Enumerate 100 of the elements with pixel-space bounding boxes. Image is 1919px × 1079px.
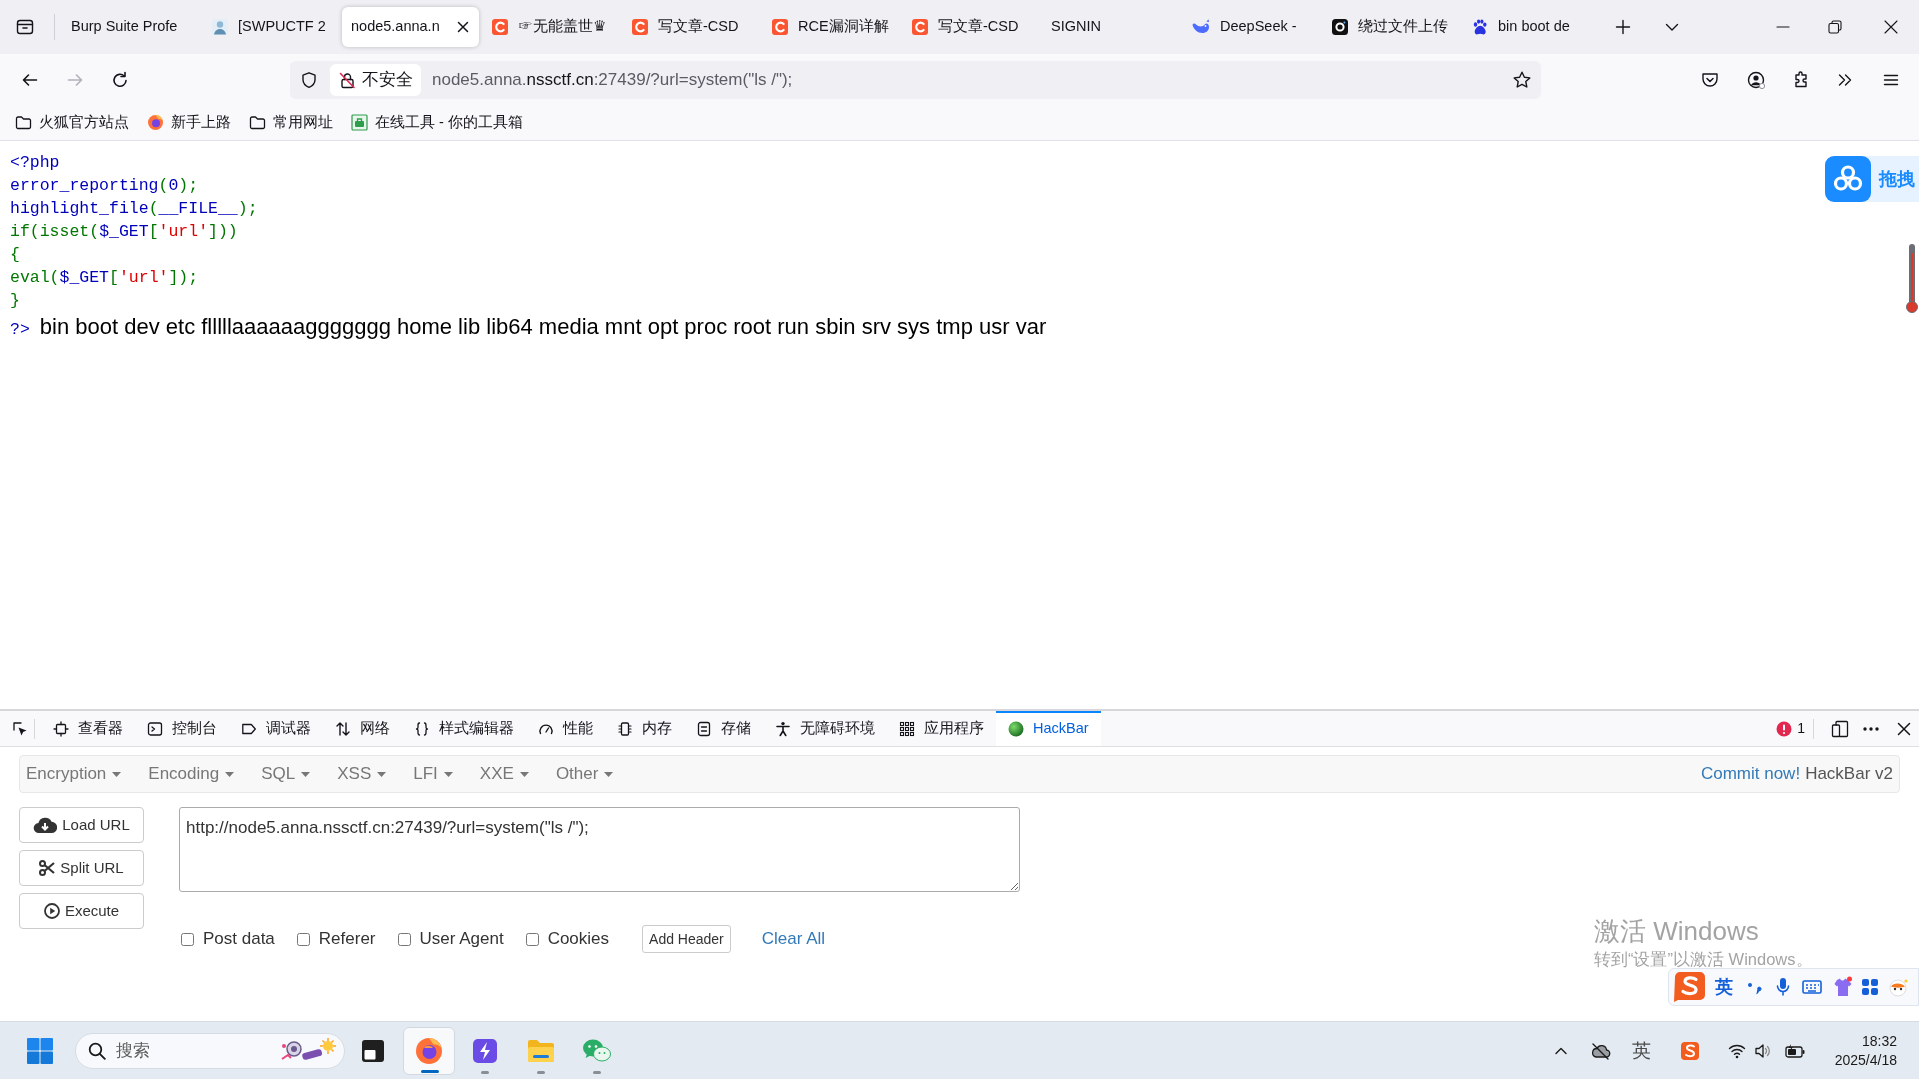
browser-tab[interactable]: RCE漏洞详解 [762,7,899,47]
devtools-tab[interactable]: 控制台 [135,711,229,746]
search-input[interactable]: 搜索 [116,1037,226,1064]
globe-icon [415,1036,443,1065]
plus-icon[interactable] [1615,19,1631,35]
security-button[interactable]: 不安全 [330,63,421,96]
checkbox-label: Referer [318,928,376,951]
devtools-tab[interactable]: 存储 [684,711,763,746]
address-bar[interactable]: 不安全 node5.anna.nssctf.cn:27439/?url=system("ls /"); [290,60,1541,99]
clock-time[interactable]: 18:32 [1861,1031,1897,1051]
search-icon [88,1041,106,1060]
url-text: node5.anna.nssctf.cn:27439/?url=system("ls /"); [432,68,793,91]
devtools-tab[interactable]: 应用程序 [887,711,996,746]
picker-icon[interactable] [12,720,28,737]
person-icon [775,720,791,737]
menu-dropdown[interactable]: XSS [337,761,387,787]
wifi-icon[interactable] [1728,1042,1746,1059]
menu-dropdown[interactable]: Encoding [148,761,235,787]
swirl-tile-icon[interactable] [1671,971,1707,1003]
browser-tab[interactable]: 写文章-CSD [622,7,759,47]
prompt-icon [147,720,163,737]
picture-icon [211,18,229,36]
commit-link[interactable]: Commit now! [1700,761,1801,787]
split-url-button[interactable]: Split URL [19,850,144,886]
close-icon[interactable] [1897,721,1911,736]
tab-list-icon[interactable] [15,17,35,37]
star-icon[interactable] [1512,69,1532,90]
bookmark-item[interactable]: 常用网址 [249,111,333,134]
swirl-tile-icon[interactable] [1680,1040,1700,1061]
bookmark-item[interactable]: 在线工具 - 你的工具箱 [351,111,523,134]
clock-date[interactable]: 2025/4/18 [1834,1050,1897,1070]
input-indicator[interactable]: 英 [1632,1041,1651,1060]
clear-all-link[interactable]: Clear All [761,926,826,952]
browser-tab[interactable]: Burp Suite Profe [62,7,199,47]
devtools-tab[interactable]: 性能 [526,711,605,746]
browser-tab[interactable]: bin boot de [1462,7,1599,47]
window-icon [361,1038,385,1063]
menu-dropdown[interactable]: SQL [261,761,311,787]
devtools-tab[interactable]: HackBar [996,711,1101,746]
mascot-icon[interactable] [1888,977,1908,997]
reload-icon[interactable] [110,69,130,90]
url-field[interactable]: http://node5.anna.nssctf.cn:27439/?url=system("ls /"); [179,807,1020,892]
caret-icon [112,771,122,777]
chat-bubbles-icon [582,1037,612,1064]
execute-button[interactable]: Execute [19,893,144,929]
scissors-icon [39,860,56,876]
arc-tile-icon [911,18,929,36]
ime-mode[interactable]: 英 [1715,978,1733,996]
code-line: if(isset($_GET['url'])) [10,221,238,243]
checkbox[interactable] [525,932,539,946]
braces-icon [414,720,430,737]
devtools-tab[interactable]: 无障碍环境 [763,711,887,746]
lock-off-icon [338,70,356,89]
devtools-tab[interactable]: 查看器 [41,711,135,746]
play-circle-icon [43,903,60,919]
apps-grid-icon[interactable] [1861,978,1879,996]
menu-dropdown[interactable]: XXE [479,761,529,787]
start-icon[interactable] [26,1036,54,1065]
account-icon[interactable] [1746,69,1766,90]
error-count-button[interactable]: 1 [1776,718,1805,739]
bolt-icon [472,1037,498,1064]
menu-dropdown[interactable]: LFI [413,761,453,787]
browser-tab[interactable]: node5.anna.n [342,7,479,47]
caret-icon [225,771,235,777]
checkbox[interactable] [296,932,310,946]
version-text: HackBar v2 [1805,763,1893,786]
browser-tab[interactable]: [SWPUCTF 2 [202,7,339,47]
browser-tab[interactable]: SIGNIN [1042,7,1179,47]
checkbox[interactable] [181,932,194,946]
browser-tab[interactable]: DeepSeek - [1182,7,1319,47]
keyboard-icon[interactable] [1802,979,1822,995]
browser-tab[interactable]: 写文章-CSD [902,7,1039,47]
bookmark-item[interactable]: 火狐官方站点 [15,111,129,134]
close-icon[interactable] [456,20,470,34]
tool-tile-icon [351,114,368,131]
split-panel-icon[interactable] [1831,719,1849,738]
load-url-button[interactable]: Load URL [19,807,144,843]
close-icon[interactable] [1883,19,1899,35]
microphone-icon[interactable] [1775,977,1791,997]
code-line: { [10,244,20,266]
menu-dropdown[interactable]: Encryption [26,761,122,787]
caret-icon [301,771,311,777]
arc-tile-icon [771,18,789,36]
battery-charging-icon[interactable] [1785,1042,1805,1059]
devtools-tab[interactable]: 内存 [605,711,684,746]
browser-tab[interactable]: 绕过文件上传 [1322,7,1459,47]
browser-tab[interactable]: ☞无能盖世♛ [482,7,619,47]
menu-dropdown[interactable]: Other [555,761,614,787]
restore-icon[interactable] [1827,19,1843,35]
bookmark-item[interactable]: 新手上路 [147,111,231,134]
devtools-tab[interactable]: 调试器 [229,711,323,746]
devtools-tab[interactable]: 网络 [323,711,402,746]
code-line: ?> [10,319,30,341]
add-header-button[interactable]: Add Header [642,925,731,953]
search-field[interactable]: 搜索 [75,1032,345,1069]
code-line: error_reporting(0); [10,175,199,197]
volume-icon[interactable] [1754,1042,1772,1059]
shield-icon[interactable] [300,70,318,89]
devtools-tab[interactable]: 样式编辑器 [402,711,526,746]
checkbox[interactable] [397,932,411,946]
